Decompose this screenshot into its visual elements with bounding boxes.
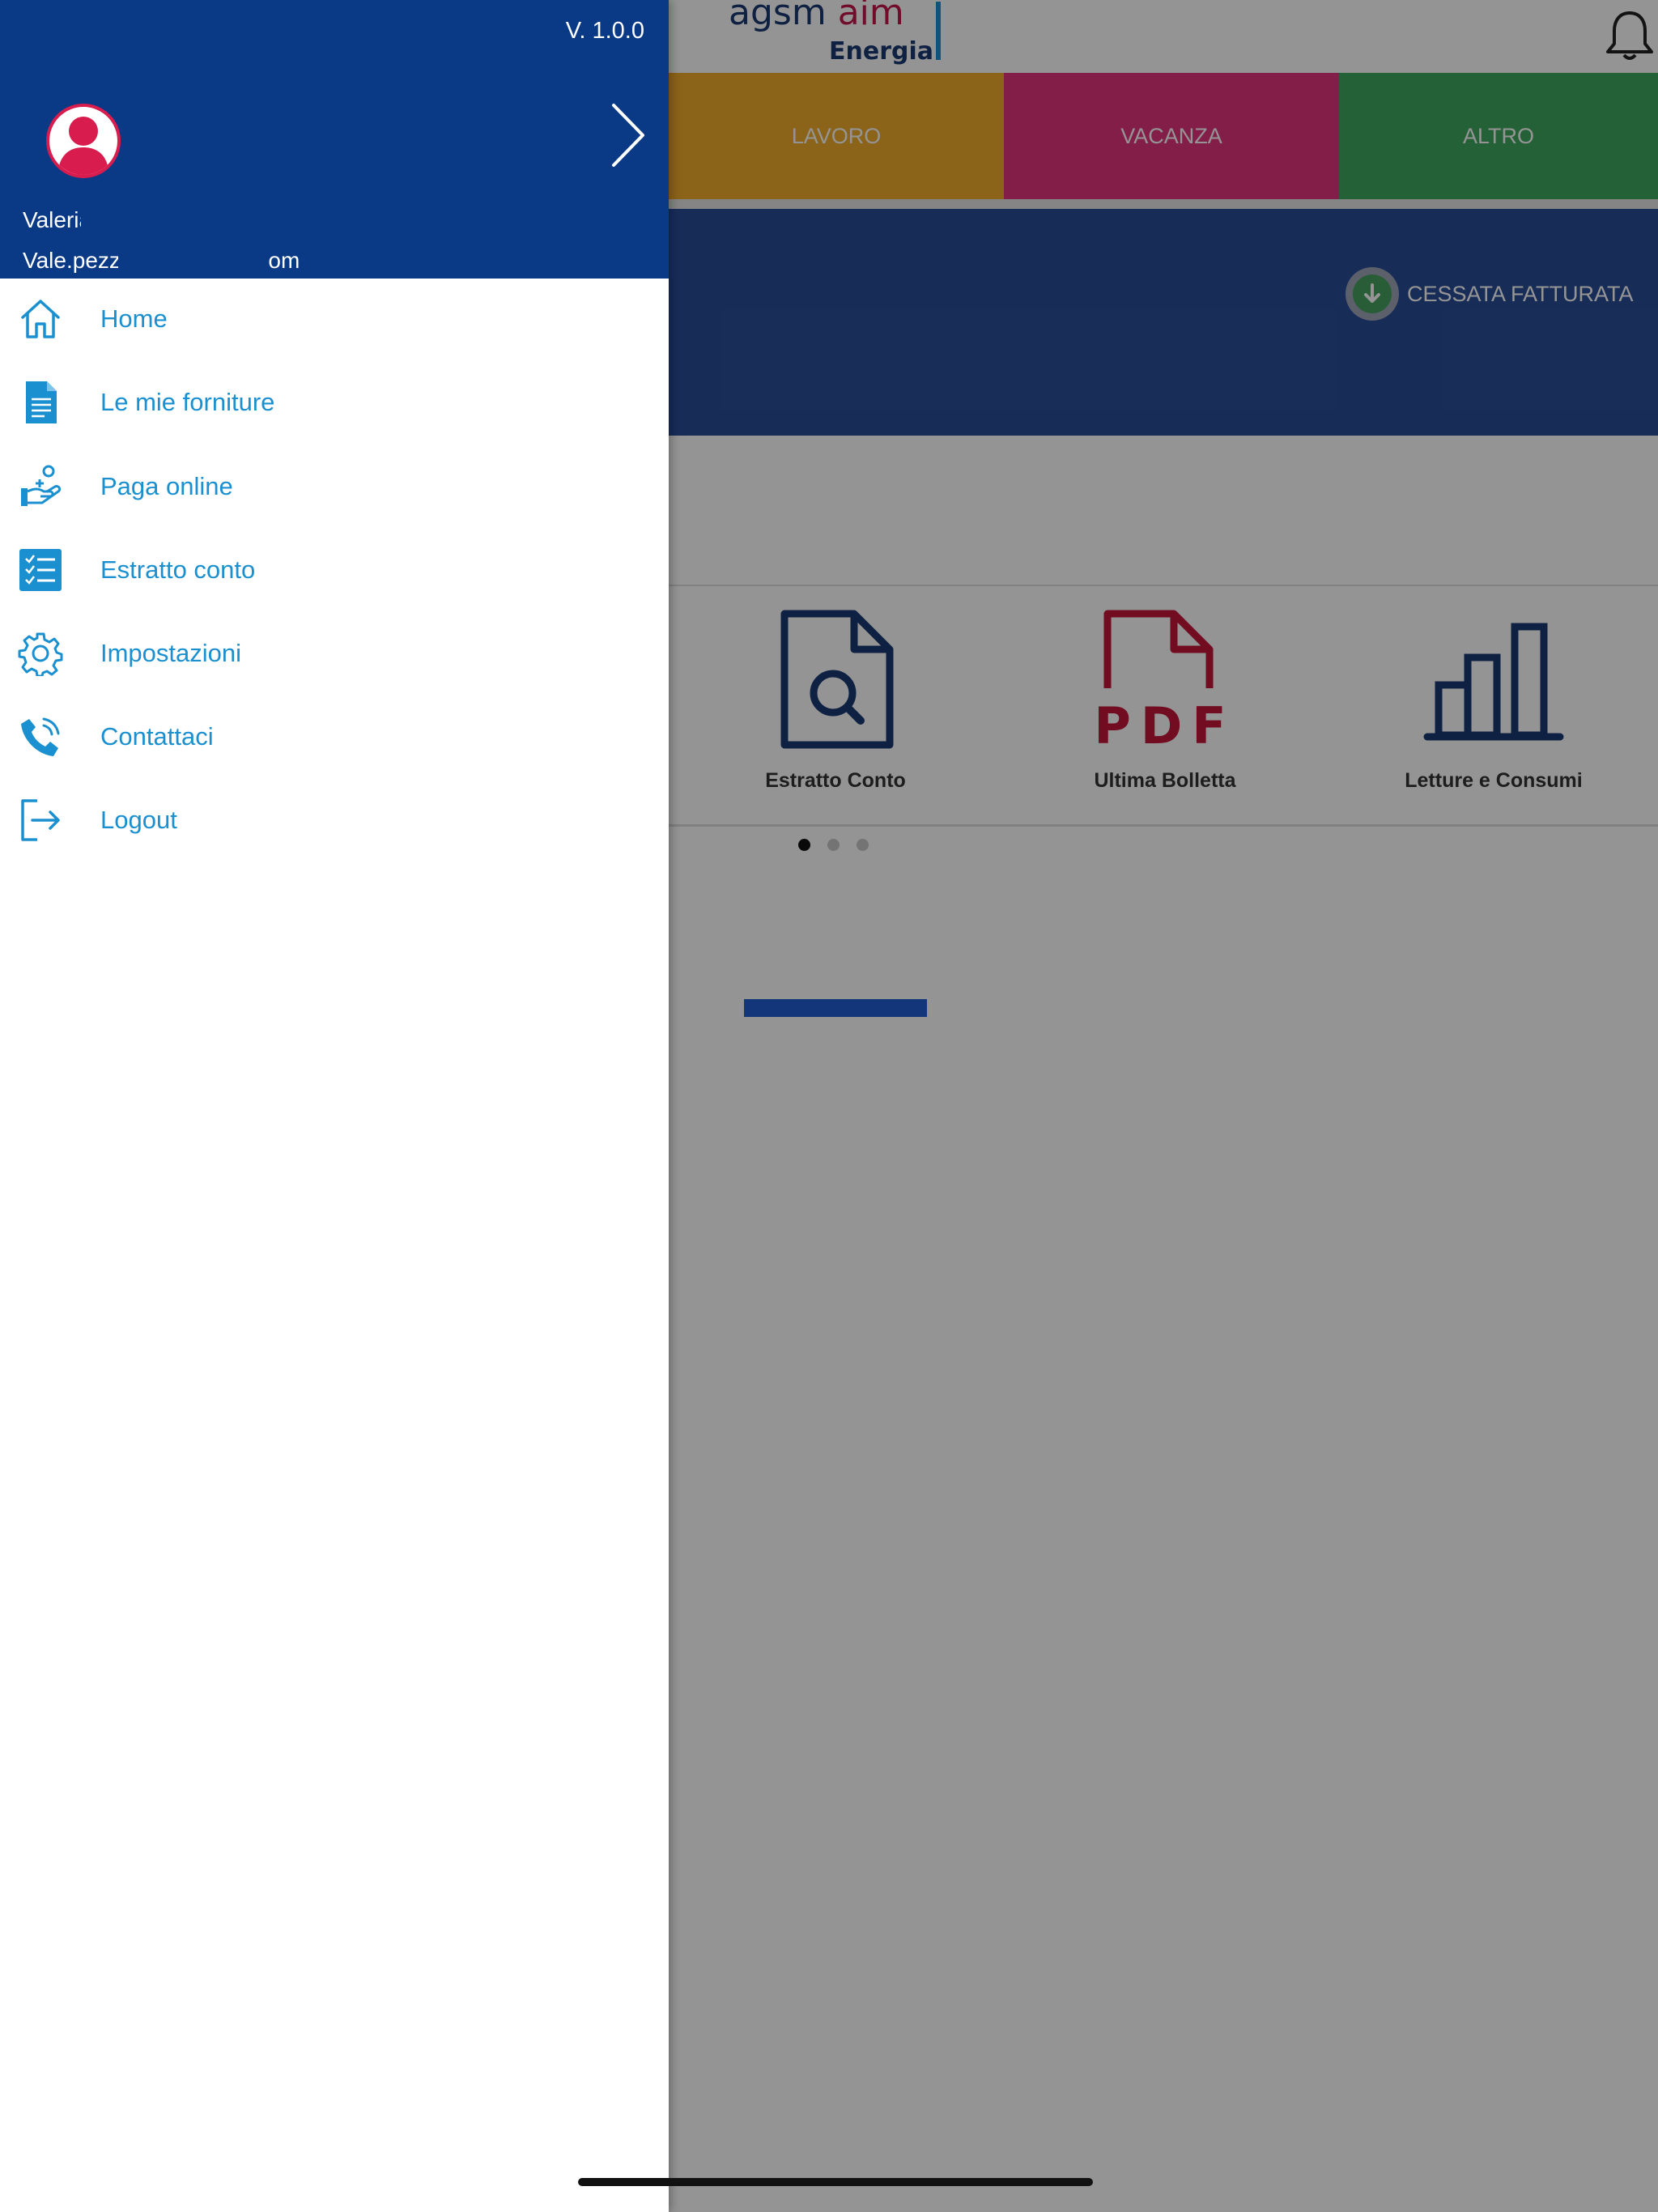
gear-icon [18, 632, 63, 676]
menu-item-label: Contattaci [100, 722, 214, 751]
menu-item-label: Estratto conto [100, 555, 256, 584]
home-icon [21, 300, 60, 338]
redaction-mask [81, 207, 253, 232]
menu-item-logout[interactable]: Logout [0, 780, 669, 861]
navigation-drawer: V. 1.0.0 Valeria Pezzoli Vale.pezzoli90@… [0, 0, 669, 2212]
list-icon [19, 549, 62, 591]
phone-icon [21, 717, 60, 756]
menu-item-contattaci[interactable]: Contattaci [0, 696, 669, 777]
avatar[interactable] [46, 104, 121, 178]
pay-hand-icon [21, 465, 62, 506]
menu-item-forniture[interactable]: Le mie forniture [0, 362, 669, 443]
menu-item-label: Paga online [100, 472, 233, 500]
menu-item-label: Home [100, 304, 168, 333]
user-icon [57, 117, 109, 175]
logout-icon [21, 799, 60, 841]
document-icon [26, 381, 57, 423]
menu-item-home[interactable]: Home [0, 279, 669, 359]
menu-item-label: Le mie forniture [100, 388, 275, 416]
drawer-header: V. 1.0.0 Valeria Pezzoli Vale.pezzoli90@… [0, 0, 669, 279]
home-indicator[interactable] [578, 2178, 1093, 2186]
chevron-right-icon[interactable] [609, 100, 648, 170]
menu-item-estratto-conto[interactable]: Estratto conto [0, 530, 669, 610]
redaction-mask [118, 248, 269, 272]
menu-item-impostazioni[interactable]: Impostazioni [0, 613, 669, 694]
app-version: V. 1.0.0 [565, 18, 644, 44]
menu-item-label: Impostazioni [100, 639, 242, 667]
menu-item-paga-online[interactable]: Paga online [0, 446, 669, 527]
menu-item-label: Logout [100, 806, 177, 834]
